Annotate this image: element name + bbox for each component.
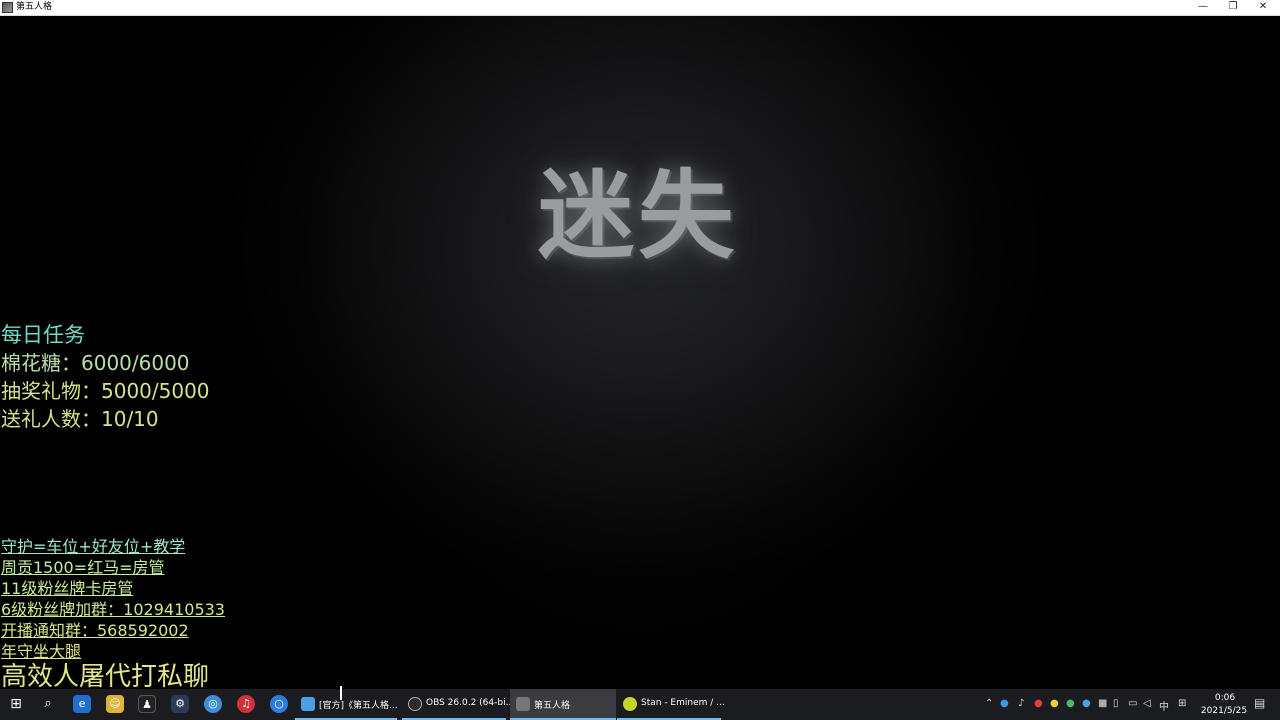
volume-icon[interactable]: ◁ [1143, 698, 1151, 709]
taskbar-app-label: 第五人格 [534, 701, 571, 711]
mouse-cursor [340, 686, 342, 700]
chrome-like-browser-icon[interactable]: ○ [270, 695, 288, 713]
restore-button[interactable]: ❐ [1218, 0, 1248, 15]
obs-icon [408, 697, 422, 711]
netease-music-icon[interactable]: ♫ [237, 695, 255, 713]
game-viewport[interactable]: 迷失 [0, 16, 1280, 689]
input-language[interactable]: 中 [1159, 698, 1169, 713]
taskbar-app-label: [官方]《第五人格... [319, 701, 398, 711]
clock-time[interactable]: 0:06 [1205, 693, 1245, 703]
microphone-icon[interactable]: ♪ [1018, 698, 1024, 709]
tray-app-icon[interactable]: ● [1000, 698, 1009, 709]
close-button[interactable]: ✕ [1248, 0, 1278, 15]
cloud-game-icon [301, 697, 315, 711]
task-marshmallow: 棉花糖：6000/6000 [1, 351, 190, 375]
taskbar-app-identity-v[interactable]: 第五人格 [510, 689, 616, 720]
ime-mode-icon[interactable]: ⊞ [1178, 698, 1186, 709]
task-lottery-gift: 抽奖礼物：5000/5000 [1, 379, 210, 403]
taskbar-app-obs[interactable]: OBS 26.0.2 (64-bi... [402, 689, 514, 720]
tray-overflow-chevron-icon[interactable]: ⌃ [985, 698, 993, 709]
battery-icon[interactable]: ▯ [1113, 698, 1119, 709]
search-icon[interactable]: ⌕ [39, 695, 57, 713]
minimize-button[interactable]: — [1188, 0, 1218, 15]
network-icon[interactable]: ▭ [1128, 698, 1137, 709]
steam-icon[interactable]: ⚙ [171, 695, 189, 713]
window-title: 第五人格 [16, 2, 53, 12]
tray-app-icon[interactable]: ● [1050, 698, 1059, 709]
taskbar-app-label: OBS 26.0.2 (64-bi... [426, 698, 515, 708]
game-launcher-icon[interactable]: ☺ [106, 695, 124, 713]
qq-penguin-icon[interactable]: ♟ [138, 695, 156, 713]
daily-task-heading: 每日任务 [1, 323, 85, 347]
window-title-bar: 第五人格 — ❐ ✕ [0, 0, 1280, 16]
music-player-icon [623, 697, 637, 711]
game-title-text: 迷失 [538, 159, 738, 272]
windows-start-icon[interactable]: ⊞ [7, 695, 25, 713]
tray-app-icon[interactable]: ■ [1098, 698, 1107, 709]
app-icon [2, 2, 13, 13]
taskbar-app-identity-v-official[interactable]: [官方]《第五人格... [295, 689, 398, 720]
clock-date[interactable]: 2021/5/25 [1198, 706, 1250, 716]
browser-globe-icon[interactable]: ◎ [204, 695, 222, 713]
tray-app-icon[interactable]: ● [1034, 698, 1043, 709]
taskbar-app-label: Stan - Eminem / ... [641, 698, 725, 708]
edge-browser-icon[interactable]: e [73, 695, 91, 713]
tray-app-icon[interactable]: ● [1082, 698, 1091, 709]
identity-v-icon [516, 697, 530, 711]
taskbar: ⊞ ⌕ e ☺ ♟ ⚙ ◎ ♫ ○ [官方]《第五人格... OBS 26.0.… [0, 689, 1280, 720]
service-ad-line: 高效人屠代打私聊 [1, 662, 210, 692]
taskbar-app-music-player[interactable]: Stan - Eminem / ... [617, 689, 725, 720]
task-gift-givers: 送礼人数：10/10 [1, 407, 159, 431]
tray-app-icon[interactable]: ● [1066, 698, 1075, 709]
fog-glow [300, 16, 980, 689]
notification-center-icon[interactable]: ▤ [1254, 696, 1265, 710]
